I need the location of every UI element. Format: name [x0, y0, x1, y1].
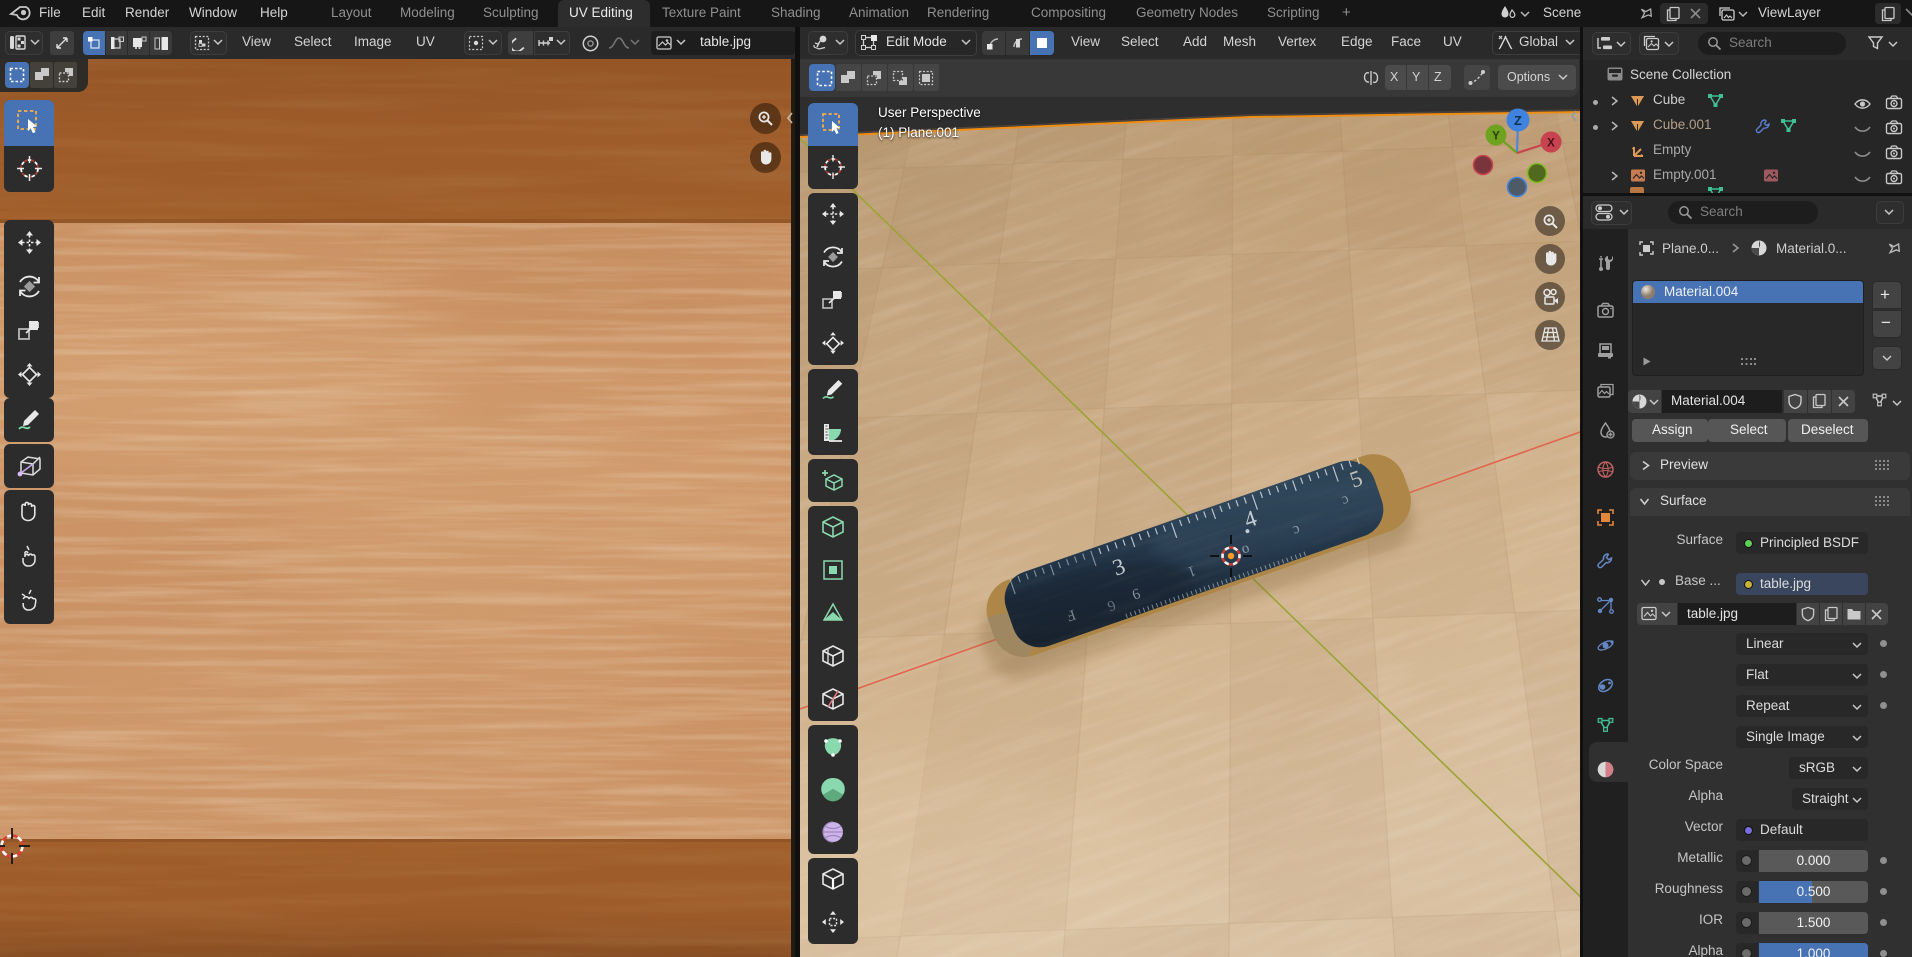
svg-text:X: X [1547, 138, 1555, 150]
svg-text:Z: Z [1514, 114, 1522, 128]
svg-text:Y: Y [1492, 131, 1500, 143]
